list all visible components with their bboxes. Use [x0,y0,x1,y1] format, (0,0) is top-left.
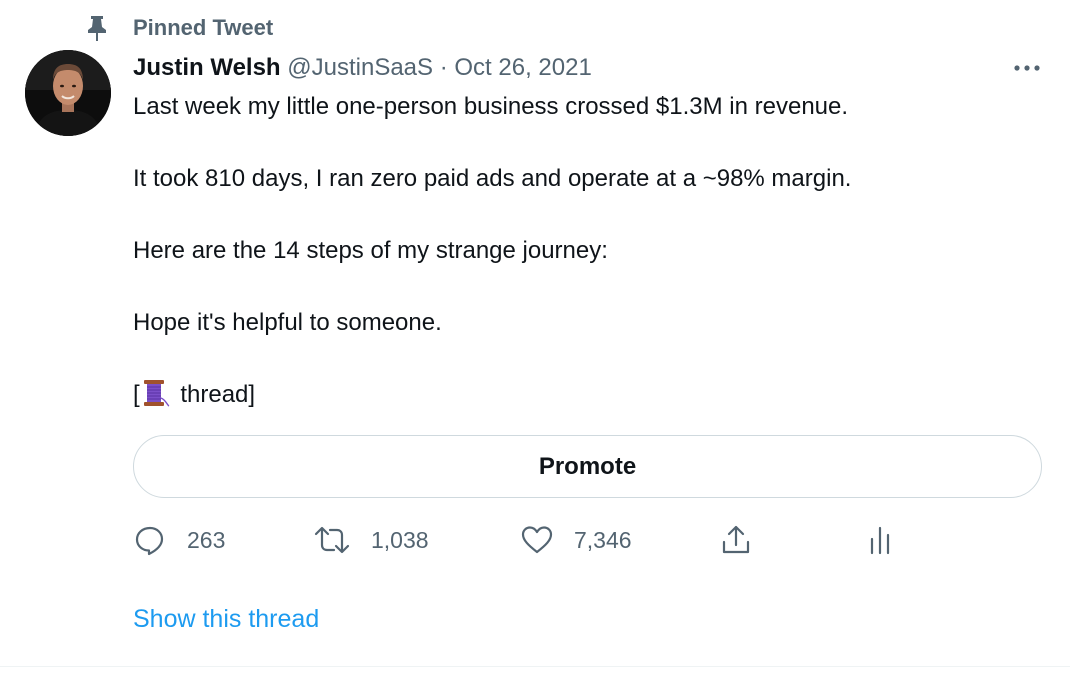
more-options-icon[interactable] [1010,56,1044,80]
tweet-header: Justin Welsh @JustinSaaS · Oct 26, 2021 [133,52,592,84]
tweet-paragraph: Here are the 14 steps of my strange jour… [133,237,608,264]
like-count: 7,346 [574,526,632,553]
divider [0,666,1070,667]
analytics-icon [870,526,890,555]
header-separator: · [439,54,448,81]
tweet[interactable]: Pinned Tweet Justin Welsh @JustinSaaS · … [0,0,1070,680]
reply-button[interactable]: 263 [133,520,225,560]
share-icon [722,525,750,554]
share-button[interactable] [719,520,753,560]
like-button[interactable]: 7,346 [520,520,632,560]
retweet-icon [314,526,350,554]
retweet-button[interactable]: 1,038 [313,520,429,560]
show-thread-link[interactable]: Show this thread [133,605,319,634]
pinned-indicator: Pinned Tweet [0,12,600,44]
tweet-paragraph: Last week my little one-person business … [133,93,849,120]
pin-icon [88,16,106,41]
tweet-actions: 263 1,038 7,346 [133,520,1033,560]
analytics-button[interactable] [868,520,894,560]
tweet-date[interactable]: Oct 26, 2021 [454,54,591,81]
promote-button[interactable]: Promote [133,435,1042,498]
avatar[interactable] [25,50,111,136]
author-handle[interactable]: @JustinSaaS [287,54,433,81]
thread-label: thread] [173,381,256,408]
heart-icon [521,526,553,554]
tweet-text: Last week my little one-person business … [133,89,1033,413]
pinned-label: Pinned Tweet [133,15,274,40]
author-name[interactable]: Justin Welsh [133,54,281,81]
thread-line: [ thread] [133,377,1033,413]
avatar-photo [25,50,111,136]
thread-open-bracket: [ [133,381,140,408]
tweet-paragraph: Hope it's helpful to someone. [133,309,442,336]
reply-icon [135,526,164,556]
tweet-paragraph: It took 810 days, I ran zero paid ads an… [133,165,852,192]
retweet-count: 1,038 [371,526,429,553]
reply-count: 263 [187,526,226,553]
spool-of-thread-emoji [143,380,170,407]
